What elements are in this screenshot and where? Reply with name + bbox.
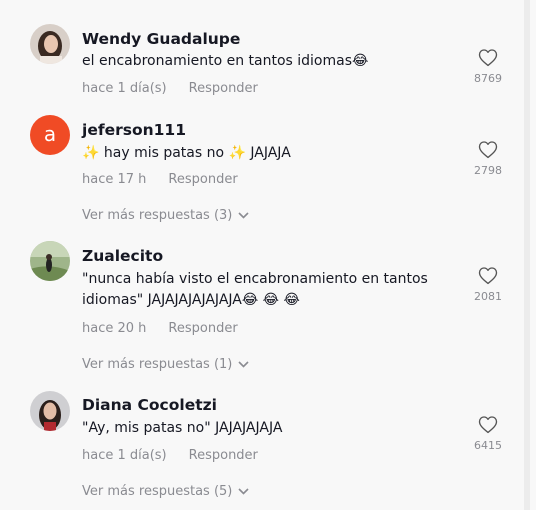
comment-time: hace 20 h [82, 321, 147, 336]
view-more-replies-label: Ver más respuestas (5) [82, 484, 233, 499]
comment-time: hace 17 h [82, 172, 147, 187]
comment-username[interactable]: Zualecito [82, 247, 163, 265]
heart-outline-icon [478, 141, 498, 159]
reply-button[interactable]: Responder [168, 321, 237, 336]
heart-outline-icon [478, 416, 498, 434]
avatar-photo [30, 241, 70, 281]
avatar[interactable]: a [30, 115, 70, 155]
reply-button[interactable]: Responder [189, 81, 258, 96]
chevron-down-icon [238, 488, 249, 495]
avatar[interactable] [30, 391, 70, 431]
comment-meta: hace 20 h Responder [82, 321, 238, 336]
chevron-down-icon [238, 212, 249, 219]
like-button[interactable]: 2081 [472, 266, 504, 303]
view-more-replies-label: Ver más respuestas (1) [82, 357, 233, 372]
view-more-replies-button[interactable]: Ver más respuestas (1) [82, 357, 249, 372]
comment-time: hace 1 día(s) [82, 81, 167, 96]
like-count: 6415 [474, 439, 502, 452]
comments-panel: Wendy Guadalupe el encabronamiento en ta… [0, 0, 530, 510]
like-count: 8769 [474, 72, 502, 85]
comment-username[interactable]: Diana Cocoletzi [82, 396, 217, 414]
view-more-replies-button[interactable]: Ver más respuestas (5) [82, 484, 249, 499]
comment-text: "nunca había visto el encabronamiento en… [82, 271, 428, 308]
avatar-photo [30, 24, 70, 64]
view-more-replies-button[interactable]: Ver más respuestas (3) [82, 208, 249, 223]
comment-meta: hace 17 h Responder [82, 172, 238, 187]
comment-text: "Ay, mis patas no" JAJAJAJAJA [82, 420, 283, 436]
chevron-down-icon [238, 361, 249, 368]
heart-outline-icon [478, 267, 498, 285]
comment-username[interactable]: jeferson111 [82, 121, 186, 139]
avatar-letter: a [43, 122, 57, 146]
reply-button[interactable]: Responder [168, 172, 237, 187]
comment-meta: hace 1 día(s) Responder [82, 448, 258, 463]
comment-text: el encabronamiento en tantos idiomas😂 [82, 53, 369, 69]
like-count: 2081 [474, 290, 502, 303]
comment-meta: hace 1 día(s) Responder [82, 81, 258, 96]
avatar[interactable] [30, 24, 70, 64]
comment-text: ✨ hay mis patas no ✨ JAJAJA [82, 145, 291, 161]
like-button[interactable]: 8769 [472, 48, 504, 85]
comment-username[interactable]: Wendy Guadalupe [82, 30, 240, 48]
like-button[interactable]: 2798 [472, 140, 504, 177]
scroll-edge [524, 0, 530, 510]
avatar-photo [30, 391, 70, 431]
avatar[interactable] [30, 241, 70, 281]
heart-outline-icon [478, 49, 498, 67]
view-more-replies-label: Ver más respuestas (3) [82, 208, 233, 223]
reply-button[interactable]: Responder [189, 448, 258, 463]
like-button[interactable]: 6415 [472, 415, 504, 452]
like-count: 2798 [474, 164, 502, 177]
comment-time: hace 1 día(s) [82, 448, 167, 463]
